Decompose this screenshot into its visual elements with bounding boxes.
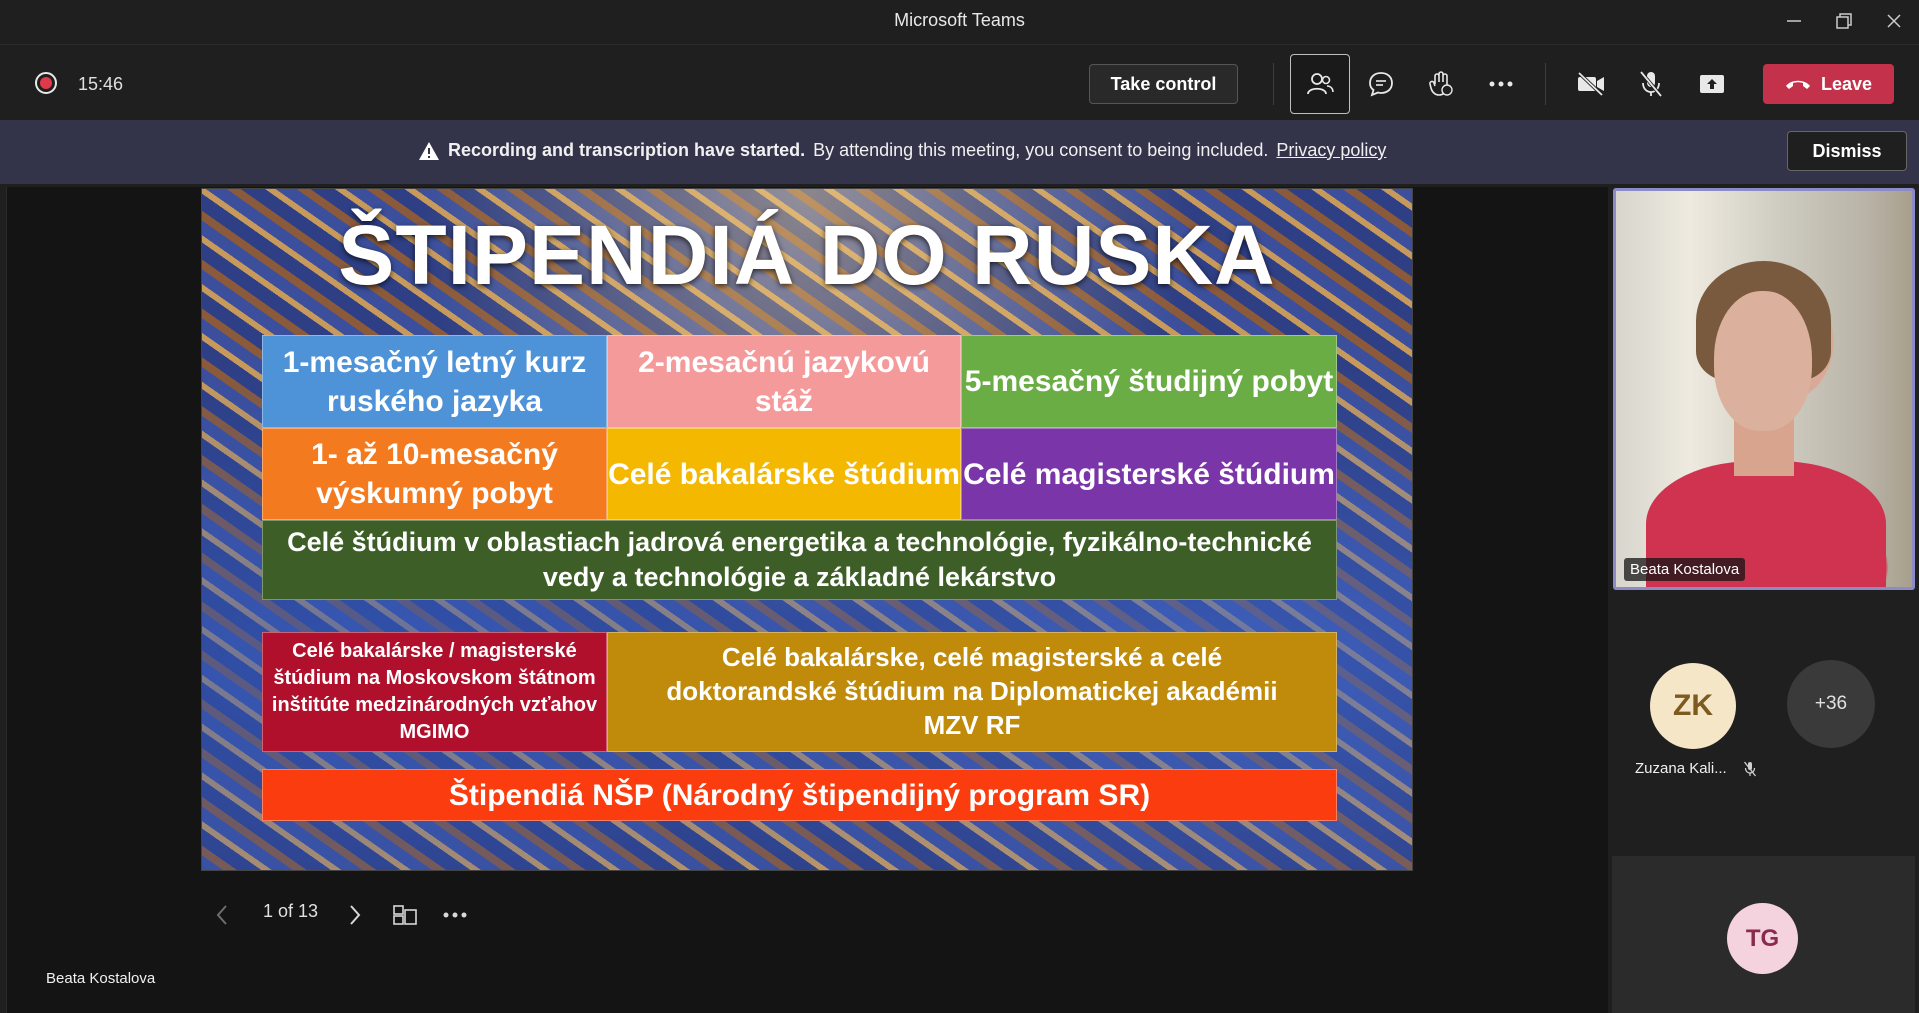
toolbar-divider xyxy=(1545,63,1546,105)
toolbar-divider xyxy=(1273,63,1274,105)
microphone-button[interactable] xyxy=(1621,54,1681,114)
mic-off-icon xyxy=(1639,70,1663,98)
privacy-policy-link[interactable]: Privacy policy xyxy=(1276,140,1386,161)
avatar-zk[interactable]: ZK xyxy=(1650,663,1736,749)
leave-label: Leave xyxy=(1820,73,1873,94)
meeting-timer: 15:46 xyxy=(78,74,124,94)
slide-box: Celé bakalárske štúdium xyxy=(607,428,961,520)
warning-icon xyxy=(419,141,439,160)
slide-overview-button[interactable] xyxy=(392,900,418,930)
reactions-button[interactable] xyxy=(1411,54,1471,114)
slide-box: Celé bakalárske, celé magisterské a celé… xyxy=(607,632,1337,752)
slide-box: 5-mesačný študijný pobyt xyxy=(961,335,1337,428)
take-control-button[interactable]: Take control xyxy=(1089,64,1238,104)
close-icon[interactable] xyxy=(1876,6,1912,36)
slide-box: Celé magisterské štúdium xyxy=(961,428,1337,520)
slide-page-indicator: 1 of 13 xyxy=(263,901,319,921)
participant-name: Zuzana Kali... xyxy=(1635,760,1757,777)
chat-icon xyxy=(1369,72,1393,97)
slide-box: Celé štúdium v oblastiach jadrová energe… xyxy=(262,520,1337,600)
video-name-tag: Beata Kostalova xyxy=(1624,558,1746,581)
more-participants-button[interactable]: +36 xyxy=(1787,660,1875,748)
restore-icon[interactable] xyxy=(1826,6,1862,36)
slide-more-options-button[interactable] xyxy=(442,900,468,930)
participant-name-text: Zuzana Kali... xyxy=(1635,760,1727,777)
more-icon xyxy=(1489,81,1513,87)
phone-hangup-icon xyxy=(1785,80,1810,89)
recording-icon xyxy=(35,72,57,94)
banner-bold-text: Recording and transcription have started… xyxy=(448,140,806,160)
chevron-left-icon xyxy=(216,905,227,925)
grid-icon xyxy=(393,905,417,925)
recording-banner: Recording and transcription have started… xyxy=(0,120,1919,184)
banner-text: By attending this meeting, you consent t… xyxy=(813,140,1269,160)
slide-title: ŠTIPENDIÁ DO RUSKA xyxy=(338,208,1276,302)
video-person-face xyxy=(1714,291,1812,431)
chevron-right-icon xyxy=(350,905,361,925)
mic-off-icon xyxy=(1743,761,1756,777)
people-icon xyxy=(1307,73,1334,95)
raise-hand-icon xyxy=(1429,71,1453,96)
participant-video-tile[interactable]: Beata Kostalova xyxy=(1613,188,1915,590)
share-button[interactable] xyxy=(1682,54,1742,114)
meeting-toolbar: 15:46 Take control Leave xyxy=(0,44,1919,120)
previous-slide-button[interactable] xyxy=(215,900,229,930)
share-screen-icon xyxy=(1700,75,1724,93)
avatar-tg[interactable]: TG xyxy=(1727,903,1798,974)
presentation-slide: ŠTIPENDIÁ DO RUSKA 1-mesačný letný kurz … xyxy=(201,188,1413,871)
more-actions-button[interactable] xyxy=(1471,54,1531,114)
slide-box: 2-mesačnú jazykovú stáž xyxy=(607,335,961,428)
leave-button[interactable]: Leave xyxy=(1763,64,1894,104)
slide-box: 1- až 10-mesačný výskumný pobyt xyxy=(262,428,607,520)
window-title: Microsoft Teams xyxy=(894,10,1025,30)
camera-off-icon xyxy=(1577,71,1604,97)
camera-button[interactable] xyxy=(1561,54,1621,114)
banner-message: Recording and transcription have started… xyxy=(418,140,1386,161)
presenter-name: Beata Kostalova xyxy=(46,970,156,987)
dismiss-button[interactable]: Dismiss xyxy=(1787,131,1907,171)
participants-button[interactable] xyxy=(1290,54,1350,114)
slide-box: Celé bakalárske / magisterské štúdium na… xyxy=(262,632,607,752)
chat-button[interactable] xyxy=(1351,54,1411,114)
slide-box: Štipendiá NŠP (Národný štipendijný progr… xyxy=(262,769,1337,821)
title-bar: Microsoft Teams xyxy=(0,0,1919,44)
minimize-icon[interactable] xyxy=(1776,6,1812,36)
more-icon xyxy=(443,912,467,918)
next-slide-button[interactable] xyxy=(348,900,362,930)
slide-box: 1-mesačný letný kurz ruského jazyka xyxy=(262,335,607,428)
